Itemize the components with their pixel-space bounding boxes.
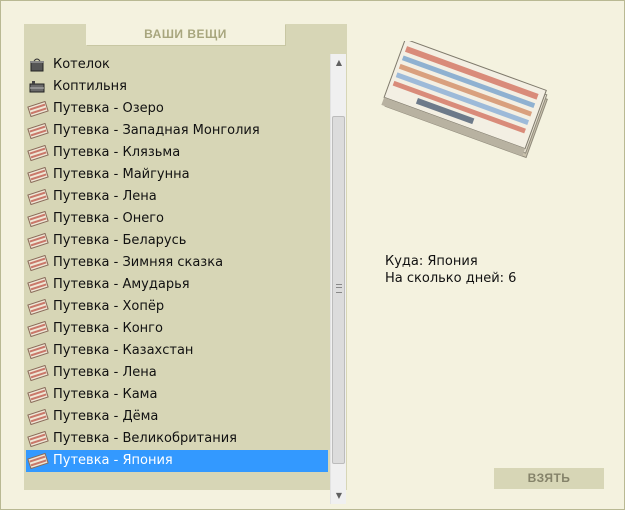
ticket-icon [27, 386, 49, 404]
list-item-label: Путевка - Озеро [53, 101, 164, 116]
list-item[interactable]: Путевка - Беларусь [26, 230, 328, 252]
ticket-icon [27, 452, 49, 470]
list-item[interactable]: Путевка - Амударья [26, 274, 328, 296]
list-item[interactable]: Путевка - Хопёр [26, 296, 328, 318]
list-item-label: Путевка - Великобритания [53, 431, 237, 446]
list-item[interactable]: Коптильня [26, 76, 328, 98]
item-details: Куда: Япония На сколько дней: 6 [385, 253, 516, 287]
ticket-icon [27, 144, 49, 162]
list-item-label: Путевка - Майгунна [53, 167, 190, 182]
list-item-label: Путевка - Онего [53, 211, 164, 226]
list-item[interactable]: Путевка - Конго [26, 318, 328, 340]
ticket-icon [27, 408, 49, 426]
list-item-label: Путевка - Хопёр [53, 299, 165, 314]
list-item[interactable]: Путевка - Онего [26, 208, 328, 230]
list-item-label: Путевка - Лена [53, 365, 157, 380]
take-button[interactable]: ВЗЯТЬ [494, 468, 604, 489]
item-preview-image [379, 38, 549, 166]
ticket-icon [27, 188, 49, 206]
items-panel: ВАШИ ВЕЩИ Котелок Коптильня Путевка - Озер… [24, 24, 347, 504]
list-item[interactable]: Котелок [26, 54, 328, 76]
days-text: На сколько дней: 6 [385, 271, 517, 286]
list-item-label: Путевка - Конго [53, 321, 163, 336]
list-item-label: Путевка - Зимняя сказка [53, 255, 224, 270]
scroll-down-button[interactable]: ▼ [331, 487, 347, 504]
list-item[interactable]: Путевка - Лена [26, 186, 328, 208]
list-item[interactable]: Путевка - Клязьма [26, 142, 328, 164]
ticket-icon [27, 320, 49, 338]
list-item[interactable]: Путевка - Западная Монголия [26, 120, 328, 142]
items-list: Котелок Коптильня Путевка - Озеро Путевка -… [26, 54, 328, 474]
ticket-icon [27, 100, 49, 118]
list-item-label: Путевка - Западная Монголия [53, 123, 260, 138]
list-item[interactable]: Путевка - Майгунна [26, 164, 328, 186]
grip-icon [336, 284, 342, 293]
list-item-label: Путевка - Амударья [53, 277, 190, 292]
list-item-label: Путевка - Казахстан [53, 343, 194, 358]
list-item-label: Путевка - Япония [53, 453, 173, 468]
ticket-icon [27, 342, 49, 360]
ticket-icon [27, 210, 49, 228]
ticket-icon [27, 122, 49, 140]
inventory-window: ВАШИ ВЕЩИ Котелок Коптильня Путевка - Озер… [0, 0, 625, 510]
destination-text: Куда: Япония [385, 254, 478, 269]
scroll-thumb[interactable] [332, 116, 345, 464]
list-item[interactable]: Путевка - Дёма [26, 406, 328, 428]
list-item-label: Котелок [53, 57, 110, 72]
list-item[interactable]: Путевка - Казахстан [26, 340, 328, 362]
ticket-icon [27, 232, 49, 250]
ticket-icon [27, 166, 49, 184]
ticket-icon [27, 364, 49, 382]
list-item[interactable]: Путевка - Зимняя сказка [26, 252, 328, 274]
list-item[interactable]: Путевка - Япония [26, 450, 328, 472]
smoker-icon [27, 79, 49, 95]
ticket-bundle-icon [381, 38, 548, 159]
list-scrollbar[interactable]: ▲ ▼ [330, 54, 346, 504]
panel-title: ВАШИ ВЕЩИ [86, 24, 285, 45]
scroll-up-button[interactable]: ▲ [331, 54, 347, 71]
list-item[interactable]: Путевка - Великобритания [26, 428, 328, 450]
list-item-label: Путевка - Клязьма [53, 145, 181, 160]
list-item[interactable]: Путевка - Кама [26, 384, 328, 406]
list-item-label: Путевка - Дёма [53, 409, 159, 424]
pot-icon [27, 57, 49, 73]
ticket-icon [27, 298, 49, 316]
list-item-label: Путевка - Кама [53, 387, 158, 402]
list-item-label: Коптильня [53, 79, 127, 94]
ticket-icon [27, 254, 49, 272]
list-item-label: Путевка - Лена [53, 189, 157, 204]
ticket-icon [27, 276, 49, 294]
list-item[interactable]: Путевка - Лена [26, 362, 328, 384]
ticket-icon [27, 430, 49, 448]
list-item[interactable]: Путевка - Озеро [26, 98, 328, 120]
list-item-label: Путевка - Беларусь [53, 233, 187, 248]
